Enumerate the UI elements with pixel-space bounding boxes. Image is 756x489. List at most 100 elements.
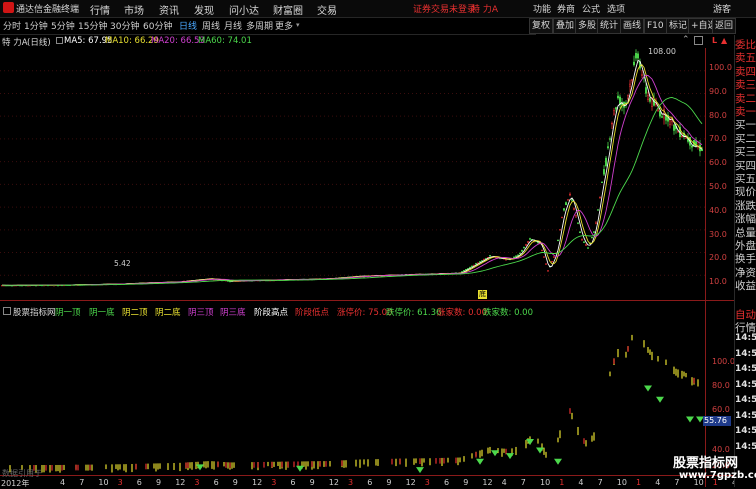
candlestick-group [1, 49, 703, 287]
x-tick-label: 6 [213, 478, 219, 487]
x-tick-label: 7 [597, 478, 603, 487]
ind-label: 涨家数: 0.00 [437, 308, 487, 318]
price-tick: 40.0 [709, 206, 727, 215]
candle-body [229, 280, 231, 283]
price-tick: 50.0 [709, 182, 727, 191]
ind-green-triangle [644, 385, 652, 392]
year-label: 2012年 [1, 479, 30, 488]
x-tick-label: 9 [232, 478, 238, 487]
ind-label: 阴二底 [155, 308, 181, 318]
candle-body [529, 238, 531, 240]
candle-body [659, 110, 661, 117]
candle-body [605, 157, 607, 166]
tick-panel-label: 14:50 [735, 333, 756, 343]
price-tick: 30.0 [709, 230, 727, 239]
candle-body [611, 122, 613, 125]
x-tick-label: 10 [616, 478, 627, 487]
candle-body [581, 239, 583, 241]
candle-body [471, 265, 473, 268]
candle-body [673, 124, 675, 131]
ind-tick: 60.0 [712, 405, 730, 414]
x-tick-label: 9 [156, 478, 162, 487]
candle-body [637, 53, 639, 59]
x-tick-label: 6 [290, 478, 296, 487]
bottom-marker: 底 [478, 290, 487, 299]
candle-body [661, 116, 663, 118]
candle-body [561, 216, 563, 219]
price-tick: 60.0 [709, 158, 727, 167]
candle-body [559, 229, 561, 231]
candle-body [483, 258, 485, 261]
candle-body [595, 221, 597, 224]
candle-body [489, 255, 491, 257]
candle-body [635, 53, 637, 59]
candle-body [609, 138, 611, 140]
candle-body [553, 256, 555, 258]
candle-body [579, 231, 581, 234]
ma5-line [2, 59, 703, 286]
candle-body [551, 260, 553, 263]
tick-panel-label: 14:50 [735, 410, 756, 421]
x-tick-label: 4 [60, 478, 66, 487]
price-tick: 20.0 [709, 253, 727, 262]
ind-green-triangle [506, 453, 514, 460]
ind-green-triangle [656, 396, 664, 403]
indicator-settings-icon[interactable] [3, 307, 11, 315]
ind-green-triangle [476, 458, 484, 465]
x-tick-label: 1 [636, 478, 642, 487]
quote-panel-label: 收益 [735, 280, 756, 293]
candle-body [545, 263, 547, 265]
candle-body [519, 252, 521, 255]
candle-body [597, 209, 599, 211]
candle-body [585, 244, 587, 246]
candle-body [681, 135, 683, 138]
ind-label: 阴二顶 [122, 308, 148, 318]
candle-body [557, 239, 559, 242]
candle-body [569, 193, 571, 196]
x-tick-label: 7 [520, 478, 526, 487]
candle-body [463, 270, 465, 272]
candle-body [603, 169, 605, 175]
ind-label: 阴三底 [220, 308, 246, 318]
ind-green-triangle [554, 458, 562, 465]
candle-body [617, 95, 619, 99]
x-tick-label: 12 [405, 478, 416, 487]
candle-body [573, 208, 575, 211]
candle-body [575, 215, 577, 218]
price-tick: 80.0 [709, 111, 727, 120]
candle-body [475, 263, 477, 265]
candle-body [583, 241, 585, 243]
ind-label: 阶段高点 [254, 308, 289, 318]
tick-panel-label: 14:50 [735, 348, 756, 359]
x-tick-label: 10 [98, 478, 109, 487]
ind-green-triangle [526, 439, 534, 445]
chart-gridlines [0, 70, 705, 276]
x-tick-label: 4 [578, 478, 584, 487]
indicator-name[interactable]: 股票指标网 [13, 306, 56, 318]
tick-panel-label: 14:50 [735, 441, 756, 452]
kline-chart[interactable] [0, 0, 734, 487]
candle-body [641, 74, 643, 76]
ind-green-triangle [296, 465, 304, 472]
candle-body [567, 199, 569, 201]
x-tick-label: 3 [348, 478, 354, 487]
x-tick-label: 4 [501, 478, 507, 487]
x-tick-label: 10 [540, 478, 551, 487]
tick-panel-label: 14:50 [735, 395, 756, 405]
ind-label: 阶段低点 [295, 308, 330, 318]
candle-body [645, 87, 647, 94]
ind-label: 跌停价: 61.36 [386, 308, 442, 318]
candle-body [521, 250, 523, 252]
candle-body [543, 256, 545, 258]
candle-body [607, 146, 609, 149]
candle-body [523, 247, 525, 249]
x-tick-label: 3 [117, 478, 123, 487]
candle-body [601, 181, 603, 183]
x-tick-label: 12 [328, 478, 339, 487]
candle-body [627, 95, 629, 99]
x-tick-label: 9 [386, 478, 392, 487]
tick-panel-label: 14:50 [735, 426, 756, 436]
candle-body [525, 244, 527, 246]
x-tick-label: 12 [252, 478, 263, 487]
candle-body [591, 236, 593, 239]
